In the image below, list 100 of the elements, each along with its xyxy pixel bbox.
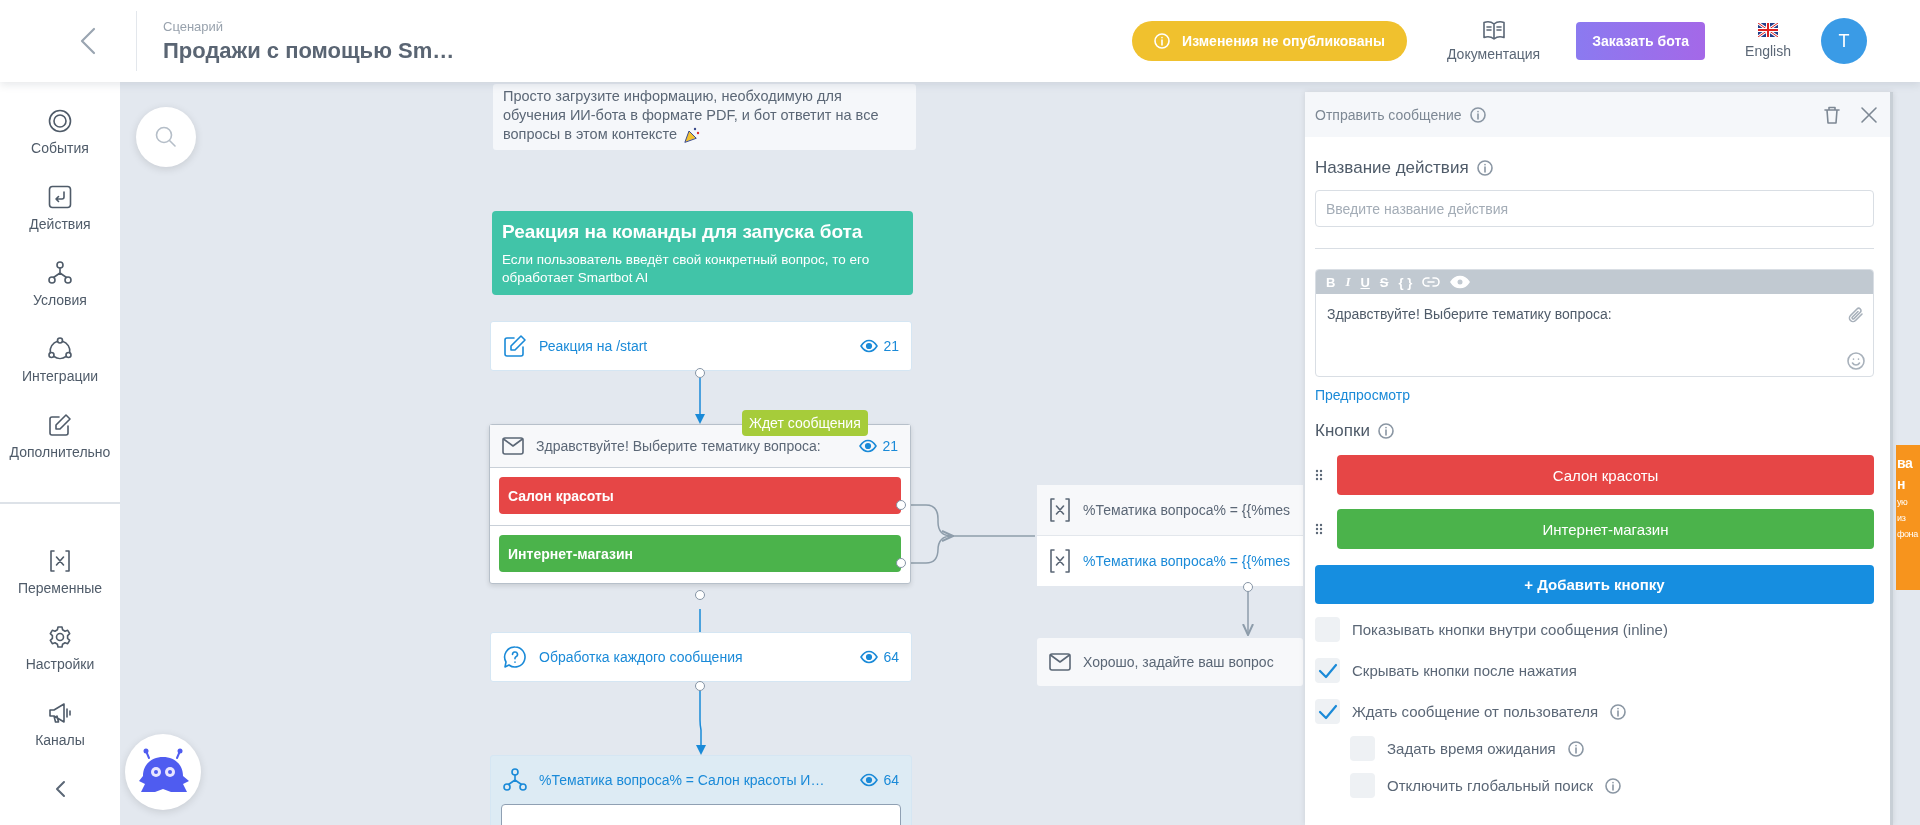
note-text: Просто загрузите информацию, необходимую для <box>503 87 843 106</box>
envelope-icon <box>502 437 524 455</box>
option-label: Задать время ожидания <box>1387 740 1556 757</box>
condition-node[interactable]: %Тематика вопроса% = Салон красоты И… 64 <box>490 755 912 825</box>
note-text: вопросы в этом контексте <box>503 125 906 144</box>
reply-button[interactable]: Интернет-магазин <box>1337 509 1874 549</box>
breadcrumb: Сценарий <box>163 18 225 34</box>
variables-node[interactable]: %Тематика вопроса% = {{%mes %Тематика вопроса% = {{%mes <box>1037 485 1303 586</box>
party-popper-icon <box>683 125 702 144</box>
info-icon <box>1469 106 1486 123</box>
view-count: 21 <box>883 338 899 354</box>
back-icon[interactable] <box>80 27 96 55</box>
field-label: Название действия <box>1315 158 1469 178</box>
variable-icon <box>48 548 72 573</box>
node-title: %Тематика вопроса% = Салон красоты И… <box>539 772 826 788</box>
eye-icon <box>859 439 878 453</box>
trash-icon[interactable] <box>1824 105 1840 124</box>
node-title: Хорошо, задайте ваш вопрос <box>1083 654 1274 670</box>
unpublished-warning: Изменения не опубликованы <box>1132 21 1407 61</box>
connection-port[interactable] <box>695 590 705 600</box>
sidebar-item[interactable]: Переменные <box>0 534 120 610</box>
edit-icon <box>503 334 527 358</box>
promo-text: из <box>1897 512 1907 525</box>
checkbox[interactable] <box>1315 699 1340 724</box>
promo-text: ую <box>1897 496 1909 509</box>
collapse-icon[interactable] <box>54 780 66 798</box>
reply-button[interactable]: Салон красоты <box>1337 455 1874 495</box>
preview-link[interactable]: Предпросмотр <box>1315 387 1410 403</box>
connector-line <box>695 377 705 424</box>
option-label: Показывать кнопки внутри сообщения (inline) <box>1352 621 1668 638</box>
message-node[interactable]: Хорошо, задайте ваш вопрос <box>1037 638 1303 686</box>
reply-button[interactable]: Интернет-магазин <box>499 535 901 572</box>
status-badge: Ждет сообщения <box>742 410 868 436</box>
megaphone-icon <box>48 700 72 725</box>
sidebar-item[interactable]: Настройки <box>0 610 120 686</box>
close-icon[interactable] <box>1860 105 1878 124</box>
trigger-node[interactable]: Обработка каждого сообщения 64 <box>490 632 912 682</box>
connection-port[interactable] <box>1243 582 1253 592</box>
variable-icon <box>1049 549 1071 573</box>
option-label: Скрывать кнопки после нажатия <box>1352 662 1577 679</box>
flag-icon <box>1758 23 1779 37</box>
checkbox[interactable] <box>1315 658 1340 683</box>
drag-handle-icon[interactable] <box>1315 469 1323 481</box>
connection-port[interactable] <box>695 681 705 691</box>
variable-icon <box>1049 498 1071 522</box>
option-label: Ждать сообщение от пользователя <box>1352 703 1599 720</box>
user-avatar[interactable]: Т <box>1821 18 1867 64</box>
eye-icon <box>860 339 879 353</box>
trigger-node[interactable]: Реакция на /start 21 <box>490 321 912 371</box>
reply-button[interactable]: Салон красоты <box>499 477 901 514</box>
link-icon[interactable] <box>1422 276 1441 288</box>
node-title: Реакция на /start <box>539 338 649 354</box>
connection-port[interactable] <box>896 558 906 568</box>
settings-icon <box>48 624 72 649</box>
drag-handle-icon[interactable] <box>1315 523 1323 535</box>
info-icon <box>1476 160 1493 176</box>
branch-icon <box>503 768 527 792</box>
search-icon <box>155 126 177 148</box>
info-icon <box>1377 423 1394 439</box>
envelope-icon <box>1049 653 1071 671</box>
promo-text: ва <box>1897 454 1914 473</box>
group-card[interactable]: Реакция на команды для запуска бота Если пользователь введёт свой конкретный вопрос, то его обработает Smartbot AI <box>492 211 913 295</box>
edit-icon <box>48 412 72 437</box>
sidebar-item[interactable]: Каналы <box>0 686 120 762</box>
message-editor[interactable]: B I U S { } Здравствуйте! Выберите тематику вопроса: <box>1315 269 1874 377</box>
action-name-field[interactable]: Введите название действия <box>1315 190 1874 227</box>
language-menu[interactable]: English <box>1745 23 1791 59</box>
variable-assignment: %Тематика вопроса% = {{%mes <box>1083 502 1291 518</box>
sidebar-item[interactable]: Действия <box>0 170 120 246</box>
eye-icon <box>860 773 879 787</box>
check-icon <box>1317 662 1338 679</box>
sidebar-item[interactable]: Условия <box>0 246 120 322</box>
book-icon <box>1482 20 1505 40</box>
documentation-link[interactable]: Документация <box>1447 20 1541 62</box>
option-label: Отключить глобальный поиск <box>1387 777 1594 794</box>
connector-line <box>1242 591 1254 636</box>
promo-text: н <box>1897 475 1907 494</box>
view-count: 21 <box>882 438 898 454</box>
message-text: Здравствуйте! Выберите тематику вопроса: <box>1327 306 1613 324</box>
view-count: 64 <box>883 772 899 788</box>
emoji-icon[interactable] <box>1847 352 1865 370</box>
add-button[interactable]: + Добавить кнопку <box>1315 565 1874 604</box>
group-title: Реакция на команды для запуска бота <box>502 221 864 243</box>
sidebar-item[interactable]: События <box>0 94 120 170</box>
events-icon <box>48 108 72 133</box>
note-text: обучения ИИ-бота в формате PDF, и бот ответит на все <box>503 106 880 125</box>
view-count: 64 <box>883 649 899 665</box>
connection-port[interactable] <box>695 368 705 378</box>
order-bot-button[interactable]: Заказать бота <box>1576 22 1706 60</box>
paperclip-icon[interactable] <box>1847 306 1865 324</box>
node-title: Здравствуйте! Выберите тематику вопроса: <box>536 438 822 454</box>
connection-port[interactable] <box>896 500 906 510</box>
sidebar-item[interactable]: Дополнительно <box>0 398 120 474</box>
assistant-button[interactable] <box>125 734 201 810</box>
node-title: Обработка каждого сообщения <box>539 649 744 665</box>
sidebar-item[interactable]: Интеграции <box>0 322 120 398</box>
eye-icon[interactable] <box>1450 275 1471 289</box>
search-button[interactable] <box>136 107 196 167</box>
conditions-icon <box>48 260 72 285</box>
question-icon <box>503 645 527 669</box>
